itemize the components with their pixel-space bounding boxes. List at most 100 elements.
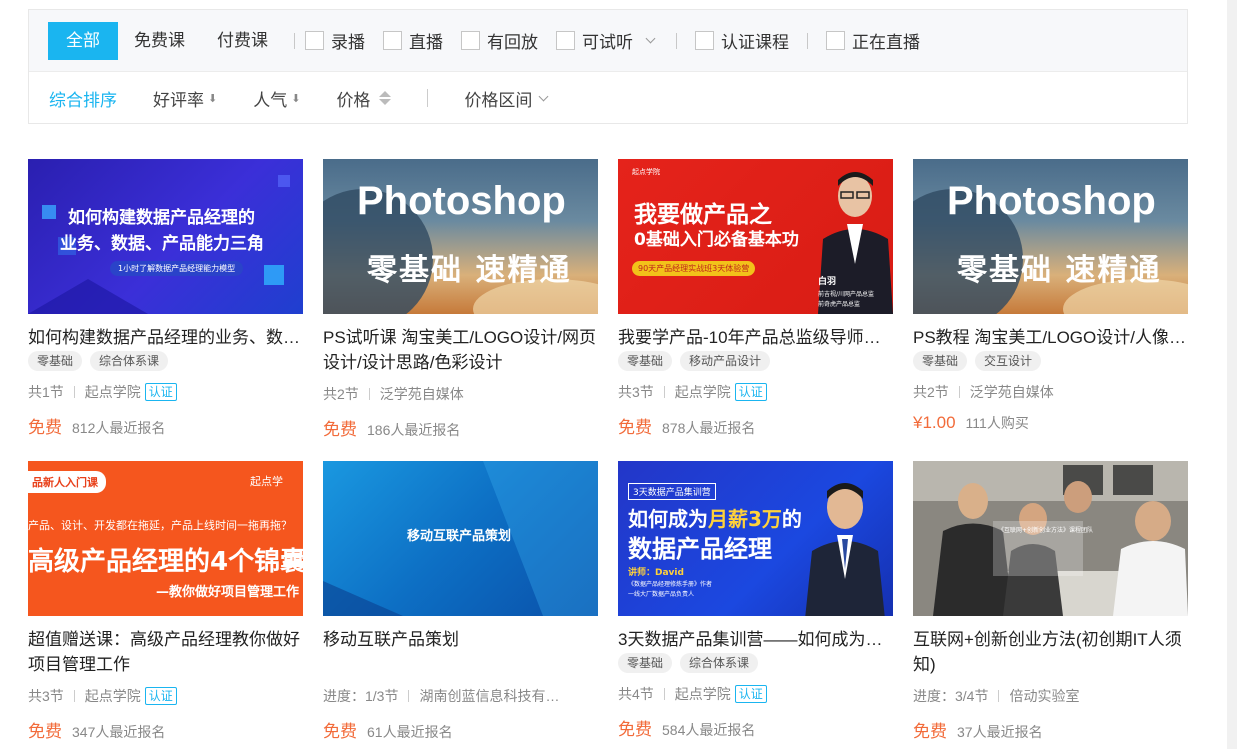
filter-recorded[interactable]: 录播	[305, 28, 365, 53]
sort-popularity[interactable]: 人气 ⬇	[253, 86, 300, 111]
checkbox-icon[interactable]	[695, 31, 714, 50]
sort-overall[interactable]: 综合排序	[49, 86, 117, 111]
filter-replay[interactable]: 有回放	[461, 28, 538, 53]
course-title[interactable]: 如何构建数据产品经理的业务、数据、产品能力三角	[28, 325, 303, 350]
tag[interactable]: 零基础	[618, 351, 673, 371]
divider	[807, 32, 808, 49]
course-card[interactable]: Photoshop 零基础 速精通 PS试听课 淘宝美工/LOGO设计/网页设计…	[323, 159, 598, 440]
price: 免费	[618, 720, 652, 739]
price: 免费	[618, 418, 652, 437]
org-name[interactable]: 泛学苑自媒体	[380, 384, 464, 404]
thumb-badge: 品新人入门课	[28, 471, 106, 493]
org-name[interactable]: 起点学院	[85, 382, 141, 402]
price-row: 免费 878人最近报名	[618, 413, 893, 438]
sort-price-label: 价格	[336, 90, 371, 110]
tag[interactable]: 零基础	[913, 351, 968, 371]
org-name[interactable]: 起点学院	[675, 684, 731, 704]
org-name[interactable]: 倍动实验室	[1009, 686, 1079, 706]
course-card[interactable]: 《互联网+创新创业方法》课程团队 互联网+创新创业方法(初创期IT人须知) 进度…	[913, 461, 1188, 742]
course-meta: 共3节 起点学院 认证	[618, 382, 893, 402]
course-title[interactable]: 互联网+创新创业方法(初创期IT人须知)	[913, 627, 1188, 677]
course-thumbnail[interactable]: Photoshop 零基础 速精通	[913, 159, 1188, 314]
course-title[interactable]: PS教程 淘宝美工/LOGO设计/人像精修	[913, 325, 1188, 350]
filter-recorded-label: 录播	[331, 33, 365, 52]
tag[interactable]: 移动产品设计	[680, 351, 771, 371]
tab-paid[interactable]: 付费课	[201, 22, 284, 60]
course-card[interactable]: Photoshop 零基础 速精通 PS教程 淘宝美工/LOGO设计/人像精修 …	[913, 159, 1188, 433]
certified-badge: 认证	[734, 383, 767, 401]
sort-row: 综合排序 好评率 ⬇ 人气 ⬇ 价格 价格区间	[29, 72, 1187, 124]
page-scrollbar[interactable]	[1227, 0, 1237, 749]
tag[interactable]: 零基础	[28, 351, 83, 371]
filter-certified-label: 认证课程	[721, 33, 789, 52]
course-title[interactable]: 超值赠送课：高级产品经理教你做好项目管理工作	[28, 627, 303, 677]
filter-certified[interactable]: 认证课程	[695, 28, 789, 53]
course-thumbnail[interactable]: 如何构建数据产品经理的 业务、数据、产品能力三角 1小时了解数据产品经理能力模型	[28, 159, 303, 314]
price: 免费	[323, 420, 357, 439]
course-meta: 共4节 起点学院 认证	[618, 684, 893, 704]
instructor-desc: 一线大厂数据产品负责人	[628, 591, 695, 598]
thumb-title: 高级产品经理的4个锦囊	[28, 547, 303, 577]
enroll-count: 347人最近报名	[72, 724, 166, 740]
arrow-down-icon: ⬇	[291, 92, 301, 105]
checkbox-icon[interactable]	[461, 31, 480, 50]
lesson-count: 共2节	[913, 384, 949, 400]
org-name[interactable]: 泛学苑自媒体	[970, 382, 1054, 402]
price-row: ¥1.00 111人购买	[913, 413, 1188, 433]
price: 免费	[913, 722, 947, 741]
tag[interactable]: 交互设计	[975, 351, 1042, 371]
filter-live-now[interactable]: 正在直播	[826, 28, 920, 53]
price-row: 免费 37人最近报名	[913, 717, 1188, 742]
tab-all[interactable]: 全部	[48, 21, 118, 60]
thumb-badge: 3天数据产品集训营	[628, 483, 716, 500]
course-thumbnail[interactable]: Photoshop 零基础 速精通	[323, 159, 598, 314]
org-name[interactable]: 起点学院	[85, 686, 141, 706]
filter-live-now-label: 正在直播	[852, 33, 920, 52]
checkbox-icon[interactable]	[826, 31, 845, 50]
course-thumbnail[interactable]: 起点学院 我要做产品之 0基础入门必备基本功 90天产品经理实战班3天体验营 白…	[618, 159, 893, 314]
course-card[interactable]: 如何构建数据产品经理的 业务、数据、产品能力三角 1小时了解数据产品经理能力模型…	[28, 159, 303, 438]
filter-live[interactable]: 直播	[383, 28, 443, 53]
enroll-count: 878人最近报名	[662, 420, 756, 436]
sort-rating[interactable]: 好评率 ⬇	[153, 86, 217, 111]
sort-price-range[interactable]: 价格区间	[464, 86, 549, 111]
course-title[interactable]: 移动互联产品策划	[323, 627, 598, 677]
course-card[interactable]: 起点学院 我要做产品之 0基础入门必备基本功 90天产品经理实战班3天体验营 白…	[618, 159, 893, 438]
sort-price[interactable]: 价格	[336, 86, 392, 111]
tab-free[interactable]: 免费课	[118, 22, 201, 60]
checkbox-icon[interactable]	[383, 31, 402, 50]
chevron-down-icon	[538, 91, 549, 101]
lesson-count: 进度：3/4节	[913, 688, 989, 704]
tag-list: 零基础 交互设计	[913, 351, 1188, 371]
thumb-title: Photoshop	[947, 179, 1156, 223]
course-meta: 进度：1/3节 湖南创蓝信息科技有限公司	[323, 686, 598, 706]
tag[interactable]: 零基础	[618, 653, 673, 673]
course-thumbnail[interactable]: 移动互联产品策划	[323, 461, 598, 616]
lesson-count: 共3节	[28, 688, 64, 704]
course-thumbnail[interactable]: 《互联网+创新创业方法》课程团队	[913, 461, 1188, 616]
course-title[interactable]: 我要学产品-10年产品总监级导师带你入门	[618, 325, 893, 350]
checkbox-icon[interactable]	[305, 31, 324, 50]
course-thumbnail[interactable]: 3天数据产品集训营 如何成为月薪3万的 数据产品经理 讲师：David 《数据产…	[618, 461, 893, 616]
checkbox-icon[interactable]	[556, 31, 575, 50]
divider	[427, 89, 429, 107]
certified-badge: 认证	[734, 685, 767, 703]
course-title[interactable]: PS试听课 淘宝美工/LOGO设计/网页设计/设计思路/色彩设计	[323, 325, 598, 375]
chevron-down-icon[interactable]	[645, 33, 656, 44]
course-meta: 共2节 泛学苑自媒体	[913, 382, 1188, 402]
thumb-subtitle: 90天产品经理实战班3天体验营	[632, 261, 756, 276]
enroll-count: 812人最近报名	[72, 420, 166, 436]
filter-trial-label: 可试听	[582, 33, 633, 52]
org-name[interactable]: 起点学院	[675, 382, 731, 402]
tag[interactable]: 综合体系课	[680, 653, 759, 673]
course-card[interactable]: 移动互联产品策划 移动互联产品策划 进度：1/3节 湖南创蓝信息科技有限公司 免费…	[323, 461, 598, 742]
course-thumbnail[interactable]: 品新人入门课 起点学 产品、设计、开发都在拖延，产品上线时间一拖再拖？ 高级产品…	[28, 461, 303, 616]
course-title[interactable]: 3天数据产品集训营——如何成为月薪3万的数据产品经理	[618, 627, 893, 652]
course-card[interactable]: 3天数据产品集训营 如何成为月薪3万的 数据产品经理 讲师：David 《数据产…	[618, 461, 893, 740]
course-card[interactable]: 品新人入门课 起点学 产品、设计、开发都在拖延，产品上线时间一拖再拖？ 高级产品…	[28, 461, 303, 742]
org-name[interactable]: 湖南创蓝信息科技有限公司	[419, 686, 569, 706]
thumb-title: 数据产品经理	[628, 535, 772, 563]
tag[interactable]: 综合体系课	[90, 351, 169, 371]
divider	[294, 32, 295, 49]
filter-trial[interactable]: 可试听	[556, 28, 656, 53]
